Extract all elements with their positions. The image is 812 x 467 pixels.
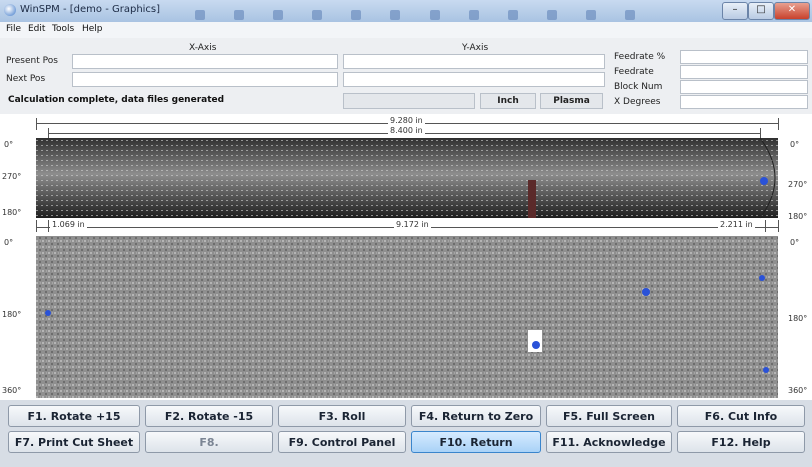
maximize-button[interactable]: □ <box>748 2 774 20</box>
dim-tick <box>778 220 779 232</box>
menu-bar: File Edit Tools Help <box>0 22 812 38</box>
return-to-zero-button[interactable]: F4. Return to Zero <box>411 405 541 427</box>
rotate-plus-button[interactable]: F1. Rotate +15 <box>8 405 140 427</box>
toolbar-icon[interactable] <box>195 10 205 20</box>
feedrate-field <box>680 65 808 79</box>
function-key-bar: F1. Rotate +15 F2. Rotate -15 F3. Roll F… <box>0 400 812 467</box>
x-degrees-field <box>680 95 808 109</box>
next-pos-y-field <box>343 72 605 87</box>
marker-4 <box>45 310 51 316</box>
toolbar-icon[interactable] <box>429 10 440 20</box>
pipe-cut-mark <box>528 180 536 218</box>
f8-button[interactable]: F8. <box>145 431 273 453</box>
dim-right-label: 2.211 in <box>718 220 755 229</box>
menu-tools[interactable]: Tools <box>52 24 74 34</box>
present-pos-y-field <box>343 54 605 69</box>
dim-tick <box>36 118 37 130</box>
app-icon <box>4 4 16 16</box>
cut-info-button[interactable]: F6. Cut Info <box>677 405 805 427</box>
maximize-icon: □ <box>756 4 766 15</box>
y-axis-header: Y-Axis <box>462 43 489 53</box>
window-title: WinSPM - [demo - Graphics] <box>20 4 161 15</box>
dim-inner-label: 8.400 in <box>388 126 425 135</box>
rotate-minus-button[interactable]: F2. Rotate -15 <box>145 405 273 427</box>
unit-indicator: Inch <box>480 93 536 109</box>
dim-tick <box>48 128 49 138</box>
toolbar-icon[interactable] <box>625 10 636 20</box>
block-num-label: Block Num <box>614 82 663 92</box>
present-pos-x-field <box>72 54 338 69</box>
menu-file[interactable]: File <box>6 24 21 34</box>
toolbar-icon[interactable] <box>273 10 284 20</box>
feedrate-pct-field <box>680 50 808 64</box>
next-pos-label: Next Pos <box>6 74 46 84</box>
help-button[interactable]: F12. Help <box>677 431 805 453</box>
dim-overall-label: 9.280 in <box>388 116 425 125</box>
angle-label-right: 270° <box>788 180 808 189</box>
marker-3 <box>759 275 765 281</box>
dim-tick <box>778 118 779 130</box>
dim-tick <box>48 220 49 232</box>
close-icon: ✕ <box>787 4 797 15</box>
feedrate-pct-label: Feedrate % <box>614 52 666 62</box>
position-panel: X-Axis Y-Axis Present Pos Next Pos Calcu… <box>0 38 812 114</box>
x-axis-header: X-Axis <box>189 43 217 53</box>
next-pos-x-field <box>72 72 338 87</box>
x-degrees-label: X Degrees <box>614 97 661 107</box>
angle-label-left: 0° <box>4 238 14 247</box>
feedrate-label: Feedrate <box>614 67 654 77</box>
toolbar-icon[interactable] <box>390 10 401 20</box>
full-screen-button[interactable]: F5. Full Screen <box>546 405 672 427</box>
print-cut-sheet-button[interactable]: F7. Print Cut Sheet <box>8 431 140 453</box>
menu-help[interactable]: Help <box>82 24 103 34</box>
toolbar-icon[interactable] <box>312 10 323 20</box>
title-bar[interactable]: WinSPM - [demo - Graphics] – □ ✕ <box>0 0 812 23</box>
pipe-marker-top <box>760 177 768 185</box>
marker-5 <box>763 367 769 373</box>
roll-button[interactable]: F3. Roll <box>278 405 406 427</box>
angle-label-right: 180° <box>788 212 808 221</box>
dim-tick <box>36 220 37 232</box>
toolbar-icon[interactable] <box>507 10 518 20</box>
pipe-side-view-texture <box>36 138 778 218</box>
present-pos-label: Present Pos <box>6 56 58 66</box>
mode-indicator: Plasma <box>540 93 603 109</box>
return-button[interactable]: F10. Return <box>411 431 541 453</box>
angle-label-right: 360° <box>788 386 808 395</box>
angle-label-left: 270° <box>2 172 22 181</box>
angle-label-left: 180° <box>2 208 22 217</box>
control-panel-button[interactable]: F9. Control Panel <box>278 431 406 453</box>
toolbar-icon[interactable] <box>546 10 557 20</box>
angle-label-right: 0° <box>790 140 800 149</box>
dim-left-label: 1.069 in <box>50 220 87 229</box>
toolbar-icon[interactable] <box>351 10 362 20</box>
angle-label-right: 0° <box>790 238 800 247</box>
toolbar-icon[interactable] <box>585 10 596 20</box>
minimize-icon: – <box>732 4 738 15</box>
marker-2 <box>532 341 540 349</box>
toolbar-icon[interactable] <box>468 10 479 20</box>
menu-edit[interactable]: Edit <box>28 24 45 34</box>
close-button[interactable]: ✕ <box>774 2 810 20</box>
dim-tick <box>765 220 766 232</box>
graphics-view[interactable]: 9.280 in 8.400 in 1.069 in 9.172 in 2.21… <box>0 114 812 400</box>
angle-label-left: 180° <box>2 310 22 319</box>
app-window: WinSPM - [demo - Graphics] – □ ✕ File Ed… <box>0 0 812 467</box>
marker-1 <box>642 288 650 296</box>
status-field <box>343 93 475 109</box>
toolbar-icon[interactable] <box>234 10 245 20</box>
angle-label-right: 180° <box>788 314 808 323</box>
dim-tick <box>760 128 761 138</box>
acknowledge-button[interactable]: F11. Acknowledge <box>546 431 672 453</box>
dim-middle-label: 9.172 in <box>394 220 431 229</box>
minimize-button[interactable]: – <box>722 2 748 20</box>
block-num-field <box>680 80 808 94</box>
angle-label-left: 360° <box>2 386 22 395</box>
angle-label-left: 0° <box>4 140 14 149</box>
unrolled-view <box>36 236 778 398</box>
status-message: Calculation complete, data files generat… <box>8 95 225 105</box>
pipe-drawing <box>36 137 778 398</box>
